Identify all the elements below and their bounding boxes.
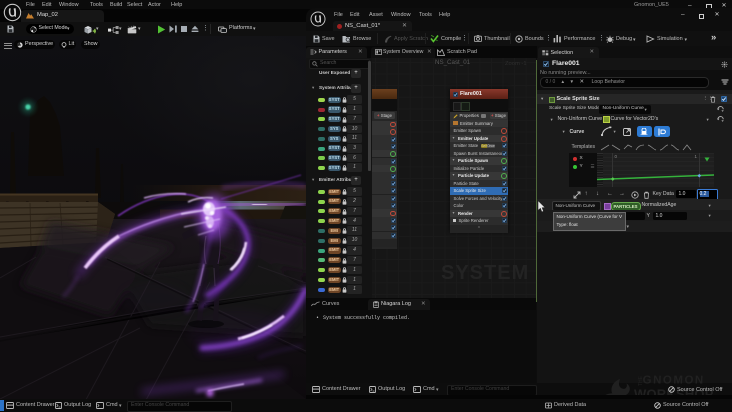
svg-text:GNOMON: GNOMON (642, 375, 704, 387)
